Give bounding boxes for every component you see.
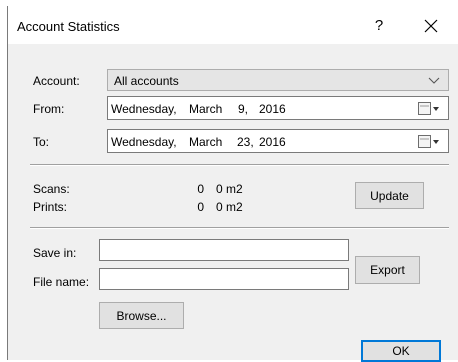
export-button[interactable]: Export <box>355 256 420 284</box>
to-year[interactable]: 2016 <box>259 135 286 149</box>
from-label: From: <box>33 102 65 116</box>
chevron-down-icon <box>428 77 440 84</box>
close-button[interactable] <box>418 15 444 37</box>
scans-label: Scans: <box>33 182 70 196</box>
save-in-field[interactable] <box>99 239 349 261</box>
scans-count: 0 <box>197 182 204 196</box>
update-button[interactable]: Update <box>355 182 424 209</box>
save-in-label: Save in: <box>33 246 77 260</box>
account-label: Account: <box>33 74 80 88</box>
calendar-dropdown-icon[interactable] <box>418 102 440 116</box>
browse-button[interactable]: Browse... <box>99 302 184 329</box>
to-label: To: <box>33 135 50 149</box>
account-select-value: All accounts <box>114 74 179 88</box>
to-day[interactable]: 23, <box>237 135 254 149</box>
dialog-title: Account Statistics <box>17 19 120 34</box>
to-month[interactable]: March <box>189 135 222 149</box>
from-date-picker[interactable]: Wednesday, March 9, 2016 <box>107 96 449 120</box>
to-date-picker[interactable]: Wednesday, March 23, 2016 <box>107 129 449 153</box>
file-name-label: File name: <box>33 275 90 289</box>
file-name-field[interactable] <box>99 268 349 290</box>
from-month[interactable]: March <box>189 102 222 116</box>
separator <box>30 227 449 229</box>
from-weekday[interactable]: Wednesday, <box>111 102 177 116</box>
title-bar: Account Statistics ? <box>8 6 458 44</box>
from-day[interactable]: 9, <box>238 102 248 116</box>
account-statistics-dialog: Account Statistics ? Account: All accoun… <box>7 6 458 362</box>
ok-button[interactable]: OK <box>361 340 441 362</box>
prints-count: 0 <box>197 200 204 214</box>
calendar-dropdown-icon[interactable] <box>418 135 440 149</box>
help-button[interactable]: ? <box>367 15 391 37</box>
prints-label: Prints: <box>33 200 68 214</box>
from-year[interactable]: 2016 <box>259 102 286 116</box>
prints-area: 0 m2 <box>216 200 243 214</box>
account-select[interactable]: All accounts <box>107 69 449 91</box>
scans-area: 0 m2 <box>216 182 243 196</box>
to-weekday[interactable]: Wednesday, <box>111 135 177 149</box>
close-icon <box>424 19 438 33</box>
separator <box>30 164 449 166</box>
